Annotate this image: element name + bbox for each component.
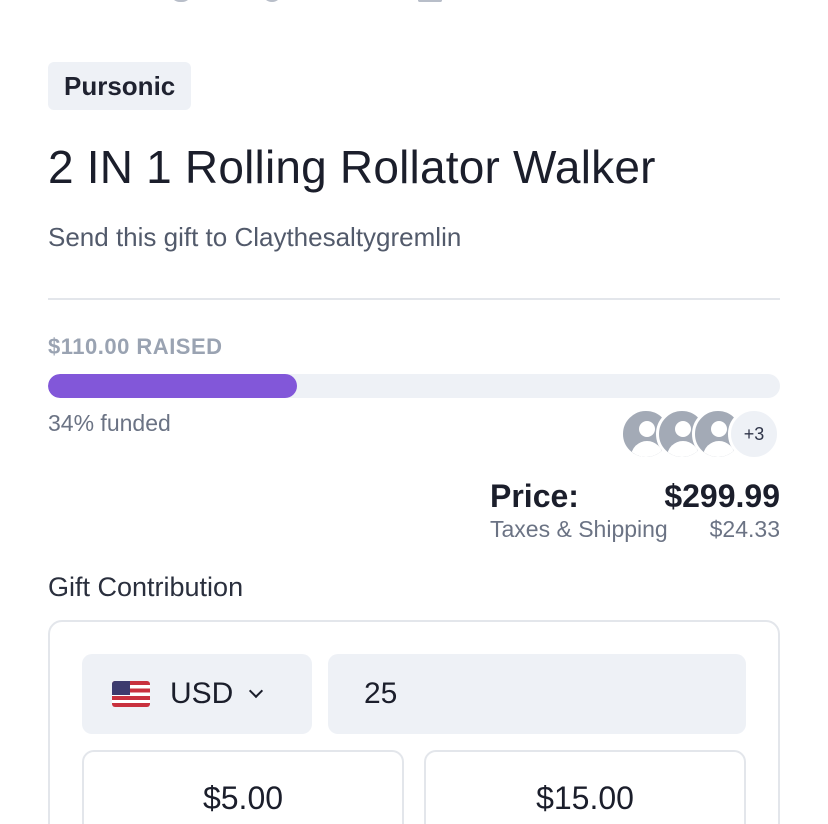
brand-tag: Pursonic <box>48 62 192 110</box>
gift-contribution-title: Gift Contribution <box>48 572 244 602</box>
top-icon-1[interactable] <box>170 0 192 2</box>
chevron-down-icon <box>249 683 264 699</box>
tax-shipping-label: Taxes & Shipping <box>490 516 668 542</box>
contribution-amount-input[interactable] <box>328 654 746 734</box>
preset-amount-button[interactable]: $5.00 <box>82 750 404 824</box>
raised-amount: $110.00 RAISED <box>48 334 223 359</box>
us-flag-icon <box>112 681 150 707</box>
preset-amount-button[interactable]: $15.00 <box>424 750 746 824</box>
top-icon-3[interactable] <box>418 0 442 2</box>
funding-progress-bar <box>48 374 780 398</box>
currency-code: USD <box>170 677 234 710</box>
top-icon-2[interactable] <box>262 0 282 2</box>
funded-percent: 34% funded <box>48 410 171 436</box>
price-label: Price: <box>490 478 579 514</box>
price-value: $299.99 <box>664 478 780 514</box>
divider <box>48 298 780 300</box>
gift-recipient-text: Send this gift to Claythesaltygremlin <box>48 222 462 252</box>
more-contributors-badge[interactable]: +3 <box>728 408 780 460</box>
contributor-avatars[interactable]: +3 <box>620 408 780 460</box>
tax-shipping-row: Taxes & Shipping $24.33 <box>490 516 780 546</box>
currency-selector[interactable]: USD <box>82 654 312 734</box>
price-row: Price: $299.99 <box>490 478 780 518</box>
funding-progress-fill <box>48 374 297 398</box>
product-title: 2 IN 1 Rolling Rollator Walker <box>48 141 656 193</box>
tax-shipping-value: $24.33 <box>709 516 780 542</box>
top-icon-row <box>0 0 828 6</box>
